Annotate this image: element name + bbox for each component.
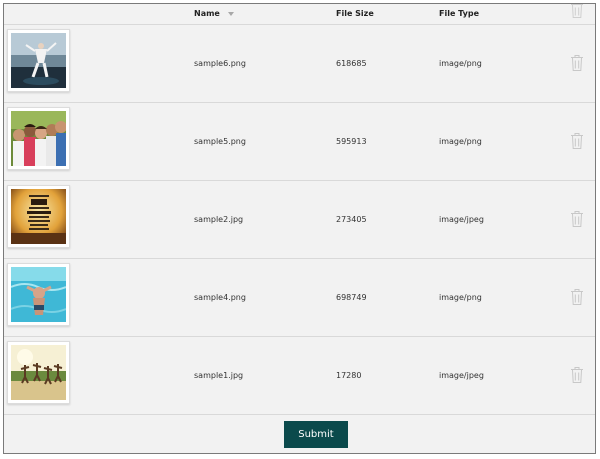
thumbnail-image	[7, 185, 70, 248]
delete-all-trash-icon[interactable]	[570, 4, 584, 20]
name-column-header[interactable]: Name	[194, 9, 234, 19]
table-row: sample2.jpg 273405 image/jpeg	[4, 181, 595, 259]
beach-jump-photo	[11, 345, 66, 400]
delete-trash-icon[interactable]	[570, 289, 584, 307]
submit-button[interactable]: Submit	[284, 421, 348, 448]
file-size-column-header[interactable]: File Size	[336, 9, 374, 19]
group-of-friends-photo	[11, 111, 66, 166]
swimmer-underwater-photo	[11, 267, 66, 322]
file-list-panel: Name File Size File Type sample6.png 618…	[3, 3, 596, 454]
delete-trash-icon[interactable]	[570, 211, 584, 229]
file-type: image/png	[439, 137, 482, 146]
table-header: Name File Size File Type	[4, 4, 595, 25]
delete-trash-icon[interactable]	[570, 133, 584, 151]
file-name: sample5.png	[194, 137, 246, 146]
file-type: image/jpeg	[439, 215, 484, 224]
quote-poster-photo	[11, 189, 66, 244]
file-name: sample4.png	[194, 293, 246, 302]
table-row: sample5.png 595913 image/png	[4, 103, 595, 181]
file-size: 618685	[336, 59, 367, 68]
table-row: sample4.png 698749 image/png	[4, 259, 595, 337]
thumbnail-image	[7, 107, 70, 170]
file-type: image/png	[439, 293, 482, 302]
thumbnail-image	[7, 341, 70, 404]
file-name: sample1.jpg	[194, 371, 244, 380]
file-size: 698749	[336, 293, 367, 302]
sort-down-icon	[227, 11, 234, 16]
file-size: 17280	[336, 371, 362, 380]
table-row: sample6.png 618685 image/png	[4, 25, 595, 103]
file-type-column-header[interactable]: File Type	[439, 9, 479, 19]
stadium-jump-photo	[11, 33, 66, 88]
table-row: sample1.jpg 17280 image/jpeg	[4, 337, 595, 415]
delete-trash-icon[interactable]	[570, 367, 584, 385]
file-size: 595913	[336, 137, 367, 146]
file-type: image/png	[439, 59, 482, 68]
thumbnail-image	[7, 29, 70, 92]
file-name: sample2.jpg	[194, 215, 244, 224]
file-size: 273405	[336, 215, 367, 224]
file-type: image/jpeg	[439, 371, 484, 380]
delete-trash-icon[interactable]	[570, 55, 584, 73]
file-name: sample6.png	[194, 59, 246, 68]
thumbnail-image	[7, 263, 70, 326]
